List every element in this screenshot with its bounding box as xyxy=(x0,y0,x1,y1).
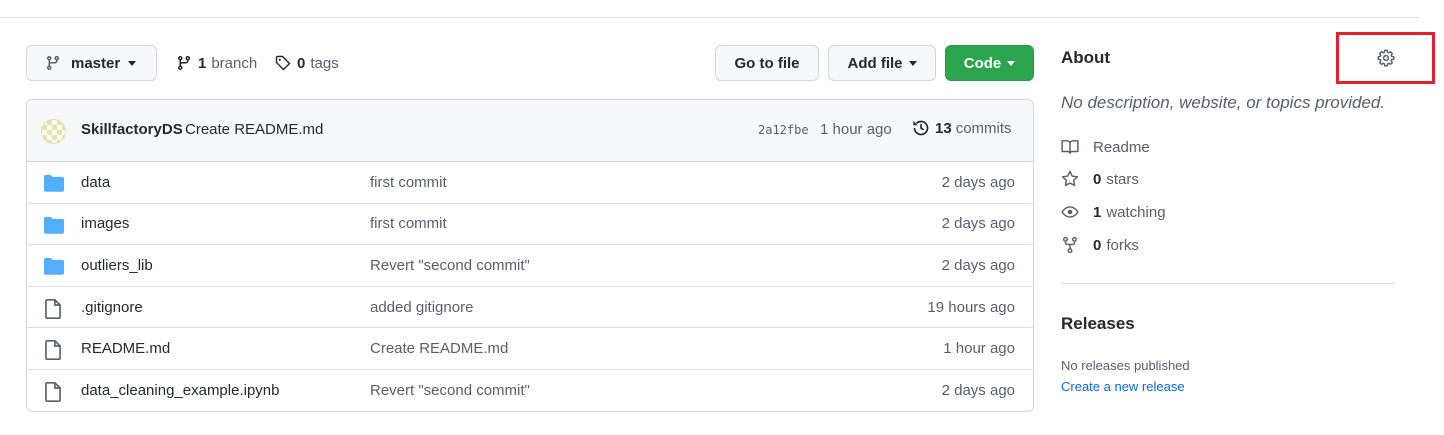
file-name-link[interactable]: README.md xyxy=(81,340,170,357)
readme-label: Readme xyxy=(1093,138,1150,156)
folder-icon xyxy=(44,216,64,234)
avatar[interactable] xyxy=(41,119,66,144)
chevron-down-icon xyxy=(908,60,917,66)
watching-link[interactable]: 1 watching xyxy=(1061,203,1166,221)
repo-description: No description, website, or topics provi… xyxy=(1061,93,1386,112)
code-button[interactable]: Code xyxy=(945,45,1034,81)
branch-select-button[interactable]: master xyxy=(26,45,157,81)
commit-author-link[interactable]: SkillfactoryDS xyxy=(81,121,183,138)
folder-icon xyxy=(44,258,64,275)
gear-icon[interactable] xyxy=(1377,49,1395,67)
highlight-box xyxy=(1336,32,1435,84)
commit-count-word: commits xyxy=(955,119,1012,137)
releases-heading[interactable]: Releases xyxy=(1061,314,1135,334)
about-heading: About xyxy=(1061,48,1111,67)
latest-commit-bar: SkillfactoryDS Create README.md 2a12fbe … xyxy=(27,100,1033,162)
file-name-link[interactable]: .gitignore xyxy=(81,299,143,316)
stars-count: 0 xyxy=(1093,170,1102,188)
create-release-link[interactable]: Create a new release xyxy=(1061,379,1185,394)
file-commit-link[interactable]: Revert "second commit" xyxy=(370,382,530,399)
file-commit-link[interactable]: first commit xyxy=(370,174,447,191)
add-file-label: Add file xyxy=(847,54,903,72)
file-list: SkillfactoryDS Create README.md 2a12fbe … xyxy=(26,99,1034,412)
forks-count: 0 xyxy=(1093,236,1102,254)
git-branch-icon xyxy=(177,56,190,71)
watching-word: watching xyxy=(1106,203,1166,221)
branches-link[interactable]: 1 branch xyxy=(176,45,257,81)
add-file-button[interactable]: Add file xyxy=(828,45,936,81)
file-row: data_cleaning_example.ipynb Revert "seco… xyxy=(27,370,1033,411)
stars-word: stars xyxy=(1106,170,1139,188)
forks-link[interactable]: 0 forks xyxy=(1061,236,1139,254)
watching-count: 1 xyxy=(1093,203,1102,221)
history-icon xyxy=(913,120,929,136)
git-branch-icon xyxy=(46,56,59,71)
tag-word: tags xyxy=(310,54,339,72)
file-age: 2 days ago xyxy=(941,382,1015,400)
commit-count: 13 xyxy=(935,119,952,137)
file-icon xyxy=(45,298,61,319)
file-name-link[interactable]: images xyxy=(81,215,129,232)
no-releases-text: No releases published xyxy=(1061,358,1190,373)
sidebar-divider xyxy=(1061,283,1395,284)
tags-link[interactable]: 0 tags xyxy=(275,45,339,81)
branch-count: 1 xyxy=(198,54,207,72)
file-name-link[interactable]: data xyxy=(81,174,110,191)
stars-link[interactable]: 0 stars xyxy=(1061,170,1139,188)
file-age: 1 hour ago xyxy=(943,340,1015,358)
star-icon xyxy=(1061,170,1079,187)
forks-word: forks xyxy=(1106,236,1139,254)
branch-name: master xyxy=(71,54,121,72)
file-age: 2 days ago xyxy=(941,173,1015,191)
file-icon xyxy=(45,381,61,402)
go-to-file-button[interactable]: Go to file xyxy=(715,45,819,81)
readme-link[interactable]: Readme xyxy=(1061,138,1150,156)
file-name-link[interactable]: data_cleaning_example.ipynb xyxy=(81,382,279,399)
file-commit-link[interactable]: added gitignore xyxy=(370,299,473,316)
repo-toolbar: master 1 branch 0 tags Go to file Add fi… xyxy=(26,45,1034,81)
commits-history-link[interactable]: 13 commits xyxy=(912,119,1012,137)
file-age: 2 days ago xyxy=(941,215,1015,233)
fork-icon xyxy=(1062,236,1078,254)
file-icon xyxy=(45,340,61,361)
branch-word: branch xyxy=(211,54,258,72)
file-name-link[interactable]: outliers_lib xyxy=(81,257,153,274)
file-row: outliers_lib Revert "second commit" 2 da… xyxy=(27,245,1033,287)
chevron-down-icon xyxy=(1007,60,1016,66)
file-commit-link[interactable]: Create README.md xyxy=(370,340,508,357)
top-divider xyxy=(0,17,1420,18)
chevron-down-icon xyxy=(128,60,137,66)
file-row: data first commit 2 days ago xyxy=(27,162,1033,204)
file-row: images first commit 2 days ago xyxy=(27,204,1033,246)
file-row: .gitignore added gitignore 19 hours ago xyxy=(27,287,1033,329)
code-label: Code xyxy=(963,54,1002,72)
eye-icon xyxy=(1061,206,1079,218)
file-age: 2 days ago xyxy=(941,256,1015,274)
file-age: 19 hours ago xyxy=(927,298,1015,316)
file-commit-link[interactable]: first commit xyxy=(370,215,447,232)
tag-count: 0 xyxy=(297,54,306,72)
go-to-file-label: Go to file xyxy=(734,54,800,72)
file-row: README.md Create README.md 1 hour ago xyxy=(27,328,1033,370)
commit-time: 1 hour ago xyxy=(820,121,892,138)
folder-icon xyxy=(44,174,64,192)
commit-message-link[interactable]: Create README.md xyxy=(185,121,323,138)
book-icon xyxy=(1061,140,1079,154)
file-commit-link[interactable]: Revert "second commit" xyxy=(370,257,530,274)
commit-sha-link[interactable]: 2a12fbe xyxy=(758,123,809,137)
tag-icon xyxy=(275,55,291,71)
